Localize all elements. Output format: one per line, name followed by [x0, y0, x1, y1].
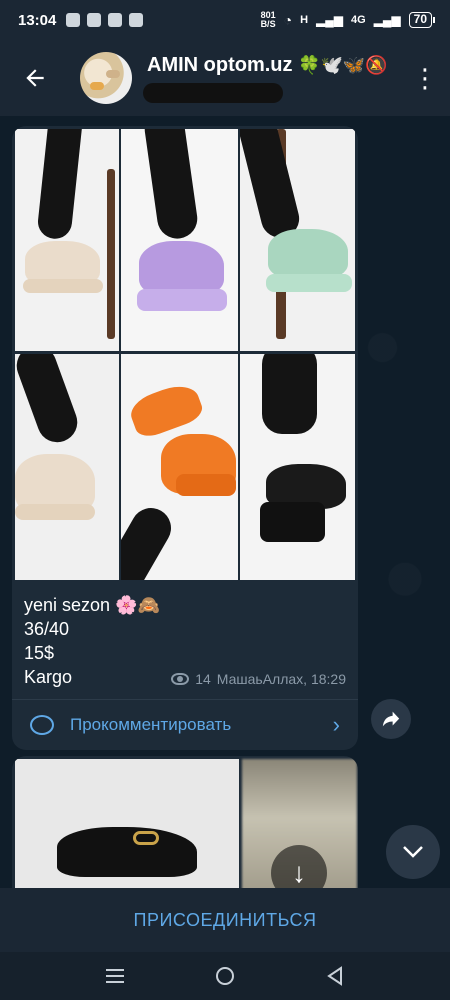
recent-apps-icon[interactable]: [95, 956, 135, 996]
view-count: 14: [195, 671, 211, 687]
post-line-3: 15$: [24, 643, 55, 663]
status-bar: 13:04 801 B/S ◔ H ▂▄▆ 4G ▂▄▆ 70: [0, 0, 450, 40]
messages-icon: [87, 13, 102, 27]
join-channel-button[interactable]: ПРИСОЕДИНИТЬСЯ: [0, 888, 450, 952]
comment-button[interactable]: Прокомментировать ›: [12, 700, 358, 750]
chevron-right-icon: ›: [332, 712, 340, 737]
channel-title-block[interactable]: AMIN optom.uz 🍀🕊️🦋🔕: [143, 53, 388, 103]
network-speed: 801 B/S: [260, 10, 276, 29]
message-bubble-2: ↓: [12, 756, 358, 888]
back-triangle-icon[interactable]: [315, 956, 355, 996]
post-line-1: yeni sezon 🌸🙈: [24, 595, 160, 615]
status-time: 13:04: [18, 11, 57, 29]
post-line-2: 36/40: [24, 619, 70, 639]
signal-icon: ▂▄▆: [316, 13, 343, 27]
wifi-icon: ◔: [283, 12, 293, 28]
network-type-h: H: [300, 14, 309, 26]
more-menu-icon[interactable]: ⋮: [400, 40, 450, 116]
system-nav-bar: [0, 952, 450, 1000]
product-photo-5[interactable]: [121, 354, 238, 580]
network-type-4g: 4G: [350, 14, 366, 26]
chat-area[interactable]: yeni sezon 🌸🙈 36/40 15$ Kargo 14 МашаьАл…: [0, 116, 450, 888]
eye-icon: [171, 673, 190, 685]
back-arrow-icon[interactable]: [0, 40, 70, 116]
notification-icons: [66, 13, 144, 27]
translate-icon: [129, 13, 144, 27]
post-author-time: МашаьАллах, 18:29: [216, 671, 346, 687]
product-photo-6[interactable]: [240, 354, 355, 580]
share-icon[interactable]: [371, 699, 411, 739]
scroll-down-chevron-icon[interactable]: [386, 825, 440, 879]
message-bubble: yeni sezon 🌸🙈 36/40 15$ Kargo 14 МашаьАл…: [12, 126, 358, 750]
battery-indicator: 70: [408, 12, 436, 28]
product-photo-4[interactable]: [15, 354, 119, 580]
product-photo-2[interactable]: [121, 129, 238, 351]
product-photo-1[interactable]: [15, 129, 119, 351]
signal-icon-2: ▂▄▆: [373, 13, 401, 27]
channel-avatar[interactable]: [80, 52, 132, 104]
product-photo-3[interactable]: [240, 129, 355, 351]
redacted-subtitle: [143, 82, 283, 103]
post-text: yeni sezon 🌸🙈 36/40 15$ Kargo: [24, 593, 160, 689]
system-icons: 801 B/S ◔ H ▂▄▆ 4G ▂▄▆ 70: [260, 10, 436, 29]
gallery-icon: [66, 13, 81, 27]
post-line-4: Kargo: [24, 667, 73, 687]
channel-title-emojis: 🍀🕊️🦋🔕: [298, 54, 388, 75]
post-meta: 14 МашаьАллах, 18:29: [171, 671, 346, 687]
channel-header: AMIN optom.uz 🍀🕊️🦋🔕 ⋮: [0, 40, 450, 116]
product-photo-7[interactable]: [15, 759, 239, 888]
comment-icon: [30, 715, 54, 735]
channel-title: AMIN optom.uz: [147, 53, 293, 76]
home-icon[interactable]: [205, 956, 245, 996]
comment-label: Прокомментировать: [70, 715, 232, 734]
photo-icon: [108, 13, 123, 27]
